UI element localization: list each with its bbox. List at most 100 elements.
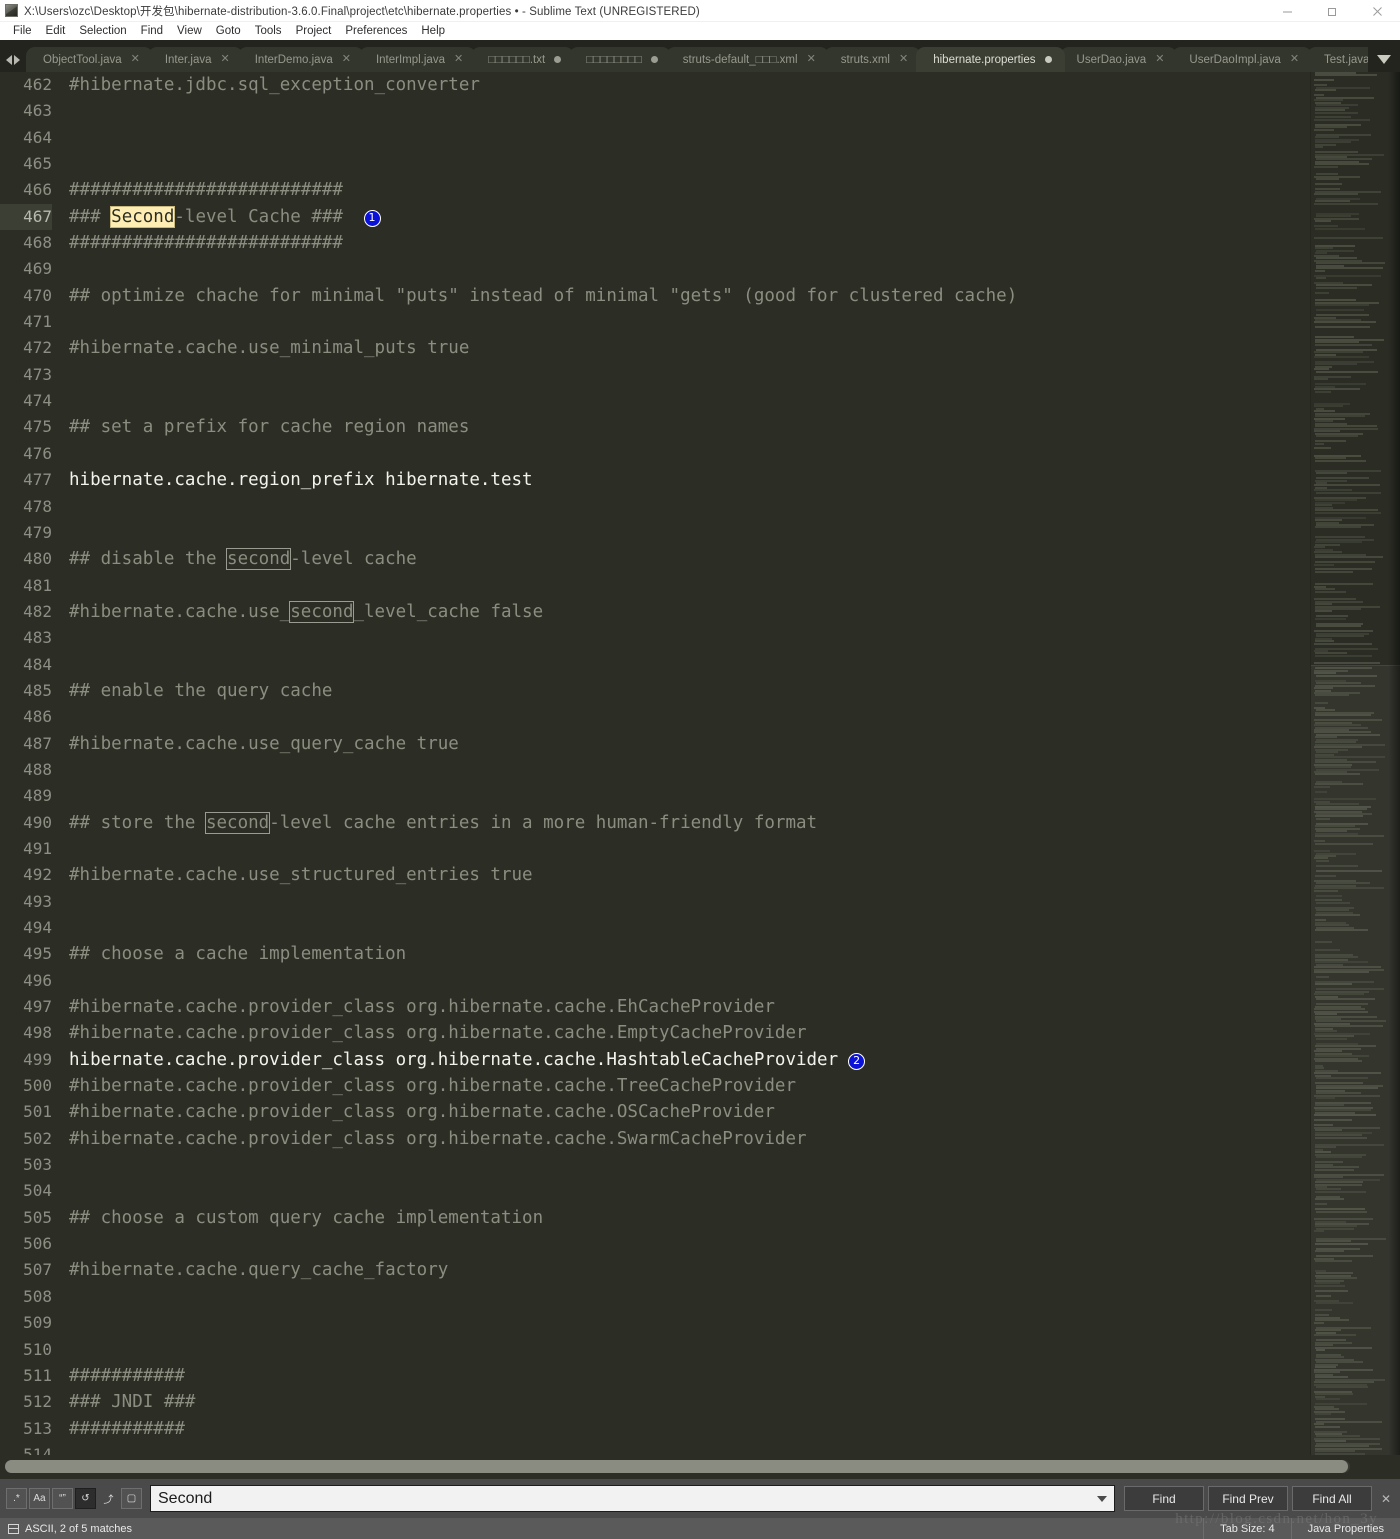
tab-scroll-arrows[interactable] bbox=[0, 55, 26, 72]
code-row[interactable]: 476 bbox=[0, 441, 1017, 467]
horizontal-scrollbar-thumb[interactable] bbox=[5, 1460, 1348, 1473]
menu-item-find[interactable]: Find bbox=[134, 24, 170, 38]
menu-item-help[interactable]: Help bbox=[414, 24, 452, 38]
code-row[interactable]: 484 bbox=[0, 652, 1017, 678]
tab-scroll-right-icon[interactable] bbox=[14, 55, 20, 65]
status-tab-size-4[interactable]: Tab Size: 4 bbox=[1203, 1518, 1290, 1539]
tab-7[interactable]: struts.xml ✕ bbox=[823, 47, 922, 72]
code-row[interactable]: 496 bbox=[0, 968, 1017, 994]
code-row[interactable]: 480 ## disable the second-level cache bbox=[0, 546, 1017, 572]
code-row[interactable]: 479 bbox=[0, 520, 1017, 546]
code-row[interactable]: 468 ########################## bbox=[0, 230, 1017, 256]
code-row[interactable]: 478 bbox=[0, 494, 1017, 520]
code-row[interactable]: 512 ### JNDI ### bbox=[0, 1389, 1017, 1415]
code-row[interactable]: 486 bbox=[0, 704, 1017, 730]
code-row[interactable]: 504 bbox=[0, 1178, 1017, 1204]
chevron-down-icon[interactable] bbox=[1097, 1495, 1107, 1502]
tab-close-icon[interactable]: ✕ bbox=[342, 54, 351, 65]
tab-overflow-button[interactable] bbox=[1368, 55, 1400, 72]
code-row[interactable]: 463 bbox=[0, 98, 1017, 124]
code-row[interactable]: 498 #hibernate.cache.provider_class org.h… bbox=[0, 1020, 1017, 1046]
code-row[interactable]: 495 ## choose a cache implementation bbox=[0, 941, 1017, 967]
menu-item-tools[interactable]: Tools bbox=[248, 24, 289, 38]
tab-3[interactable]: InterImpl.java ✕ bbox=[358, 47, 477, 72]
code-row[interactable]: 501 #hibernate.cache.provider_class org.h… bbox=[0, 1099, 1017, 1125]
find-all-button[interactable]: Find All bbox=[1292, 1486, 1372, 1511]
wrap-toggle[interactable]: ↺ bbox=[75, 1488, 96, 1509]
horizontal-scrollbar-track[interactable] bbox=[5, 1460, 1350, 1473]
code-row[interactable]: 485 ## enable the query cache bbox=[0, 678, 1017, 704]
tab-close-icon[interactable]: ✕ bbox=[131, 54, 140, 65]
menu-item-view[interactable]: View bbox=[170, 24, 209, 38]
code-row[interactable]: 508 bbox=[0, 1284, 1017, 1310]
tab-0[interactable]: ObjectTool.java ✕ bbox=[26, 47, 153, 72]
code-row[interactable]: 490 ## store the second-level cache entri… bbox=[0, 810, 1017, 836]
code-row[interactable]: 502 #hibernate.cache.provider_class org.h… bbox=[0, 1126, 1017, 1152]
code-row[interactable]: 467 ### Second-level Cache ### 1 bbox=[0, 203, 1017, 231]
code-row[interactable]: 487 #hibernate.cache.use_query_cache true bbox=[0, 731, 1017, 757]
menu-item-file[interactable]: File bbox=[6, 24, 39, 38]
code-row[interactable]: 510 bbox=[0, 1337, 1017, 1363]
code-row[interactable]: 475 ## set a prefix for cache region name… bbox=[0, 414, 1017, 440]
code-row[interactable]: 466 ########################## bbox=[0, 177, 1017, 203]
code-pane[interactable]: 462 #hibernate.jdbc.sql_exception_convert… bbox=[0, 72, 1310, 1455]
code-row[interactable]: 477 hibernate.cache.region_prefix hiberna… bbox=[0, 467, 1017, 493]
code-row[interactable]: 470 ## optimize chache for minimal "puts"… bbox=[0, 283, 1017, 309]
code-row[interactable]: 489 bbox=[0, 783, 1017, 809]
code-row[interactable]: 507 #hibernate.cache.query_cache_factory bbox=[0, 1257, 1017, 1283]
close-button[interactable] bbox=[1355, 0, 1400, 22]
menu-item-edit[interactable]: Edit bbox=[39, 24, 73, 38]
code-row[interactable]: 497 #hibernate.cache.provider_class org.h… bbox=[0, 994, 1017, 1020]
minimap[interactable] bbox=[1310, 72, 1400, 1455]
code-row[interactable]: 492 #hibernate.cache.use_structured_entri… bbox=[0, 862, 1017, 888]
code-row[interactable]: 462 #hibernate.jdbc.sql_exception_convert… bbox=[0, 72, 1017, 98]
tab-9[interactable]: UserDao.java ✕ bbox=[1059, 47, 1178, 72]
tab-close-icon[interactable]: ✕ bbox=[1155, 54, 1164, 65]
code-row[interactable]: 511 ########### bbox=[0, 1363, 1017, 1389]
in-selection-toggle[interactable]: ⤴ bbox=[98, 1488, 119, 1509]
find-close-button[interactable]: ✕ bbox=[1375, 1486, 1397, 1511]
minimize-button[interactable] bbox=[1265, 0, 1310, 22]
code-row[interactable]: 494 bbox=[0, 915, 1017, 941]
tab-1[interactable]: Inter.java ✕ bbox=[147, 47, 243, 72]
status-java-properties[interactable]: Java Properties bbox=[1290, 1518, 1400, 1539]
tab-11[interactable]: Test.java✕ bbox=[1307, 47, 1368, 72]
tab-5[interactable]: □□□□□□□□ bbox=[569, 47, 671, 72]
tab-10[interactable]: UserDaoImpl.java ✕ bbox=[1172, 47, 1313, 72]
search-input[interactable]: Second bbox=[150, 1485, 1115, 1512]
code-row[interactable]: 503 bbox=[0, 1152, 1017, 1178]
tab-close-icon[interactable]: ✕ bbox=[807, 54, 816, 65]
tab-4[interactable]: □□□□□□.txt bbox=[471, 47, 575, 72]
code-row[interactable]: 506 bbox=[0, 1231, 1017, 1257]
code-row[interactable]: 509 bbox=[0, 1310, 1017, 1336]
highlight-results-toggle[interactable]: ▢ bbox=[121, 1488, 142, 1509]
regex-toggle[interactable]: .* bbox=[6, 1488, 27, 1509]
menu-item-preferences[interactable]: Preferences bbox=[338, 24, 414, 38]
tab-close-icon[interactable]: ✕ bbox=[454, 54, 463, 65]
restore-button[interactable] bbox=[1310, 0, 1355, 22]
tab-scroll-left-icon[interactable] bbox=[6, 55, 12, 65]
code-row[interactable]: 500 #hibernate.cache.provider_class org.h… bbox=[0, 1073, 1017, 1099]
code-row[interactable]: 473 bbox=[0, 362, 1017, 388]
menu-item-project[interactable]: Project bbox=[289, 24, 339, 38]
code-row[interactable]: 469 bbox=[0, 256, 1017, 282]
code-row[interactable]: 483 bbox=[0, 625, 1017, 651]
code-row[interactable]: 464 bbox=[0, 125, 1017, 151]
menu-item-selection[interactable]: Selection bbox=[72, 24, 133, 38]
code-row[interactable]: 472 #hibernate.cache.use_minimal_puts tru… bbox=[0, 335, 1017, 361]
find-prev-button[interactable]: Find Prev bbox=[1208, 1486, 1288, 1511]
case-sensitive-toggle[interactable]: Aa bbox=[29, 1488, 50, 1509]
code-row[interactable]: 493 bbox=[0, 889, 1017, 915]
code-row[interactable]: 481 bbox=[0, 573, 1017, 599]
tab-close-icon[interactable]: ✕ bbox=[221, 54, 230, 65]
menu-item-goto[interactable]: Goto bbox=[209, 24, 248, 38]
code-row[interactable]: 499 hibernate.cache.provider_class org.hi… bbox=[0, 1047, 1017, 1073]
code-row[interactable]: 474 bbox=[0, 388, 1017, 414]
minimap-viewport[interactable] bbox=[1311, 665, 1400, 1455]
code-row[interactable]: 491 bbox=[0, 836, 1017, 862]
code-row[interactable]: 488 bbox=[0, 757, 1017, 783]
tab-6[interactable]: struts-default_□□□.xml ✕ bbox=[665, 47, 829, 72]
code-row[interactable]: 513 ########### bbox=[0, 1416, 1017, 1442]
code-row[interactable]: 465 bbox=[0, 151, 1017, 177]
tab-8[interactable]: hibernate.properties bbox=[916, 47, 1065, 72]
